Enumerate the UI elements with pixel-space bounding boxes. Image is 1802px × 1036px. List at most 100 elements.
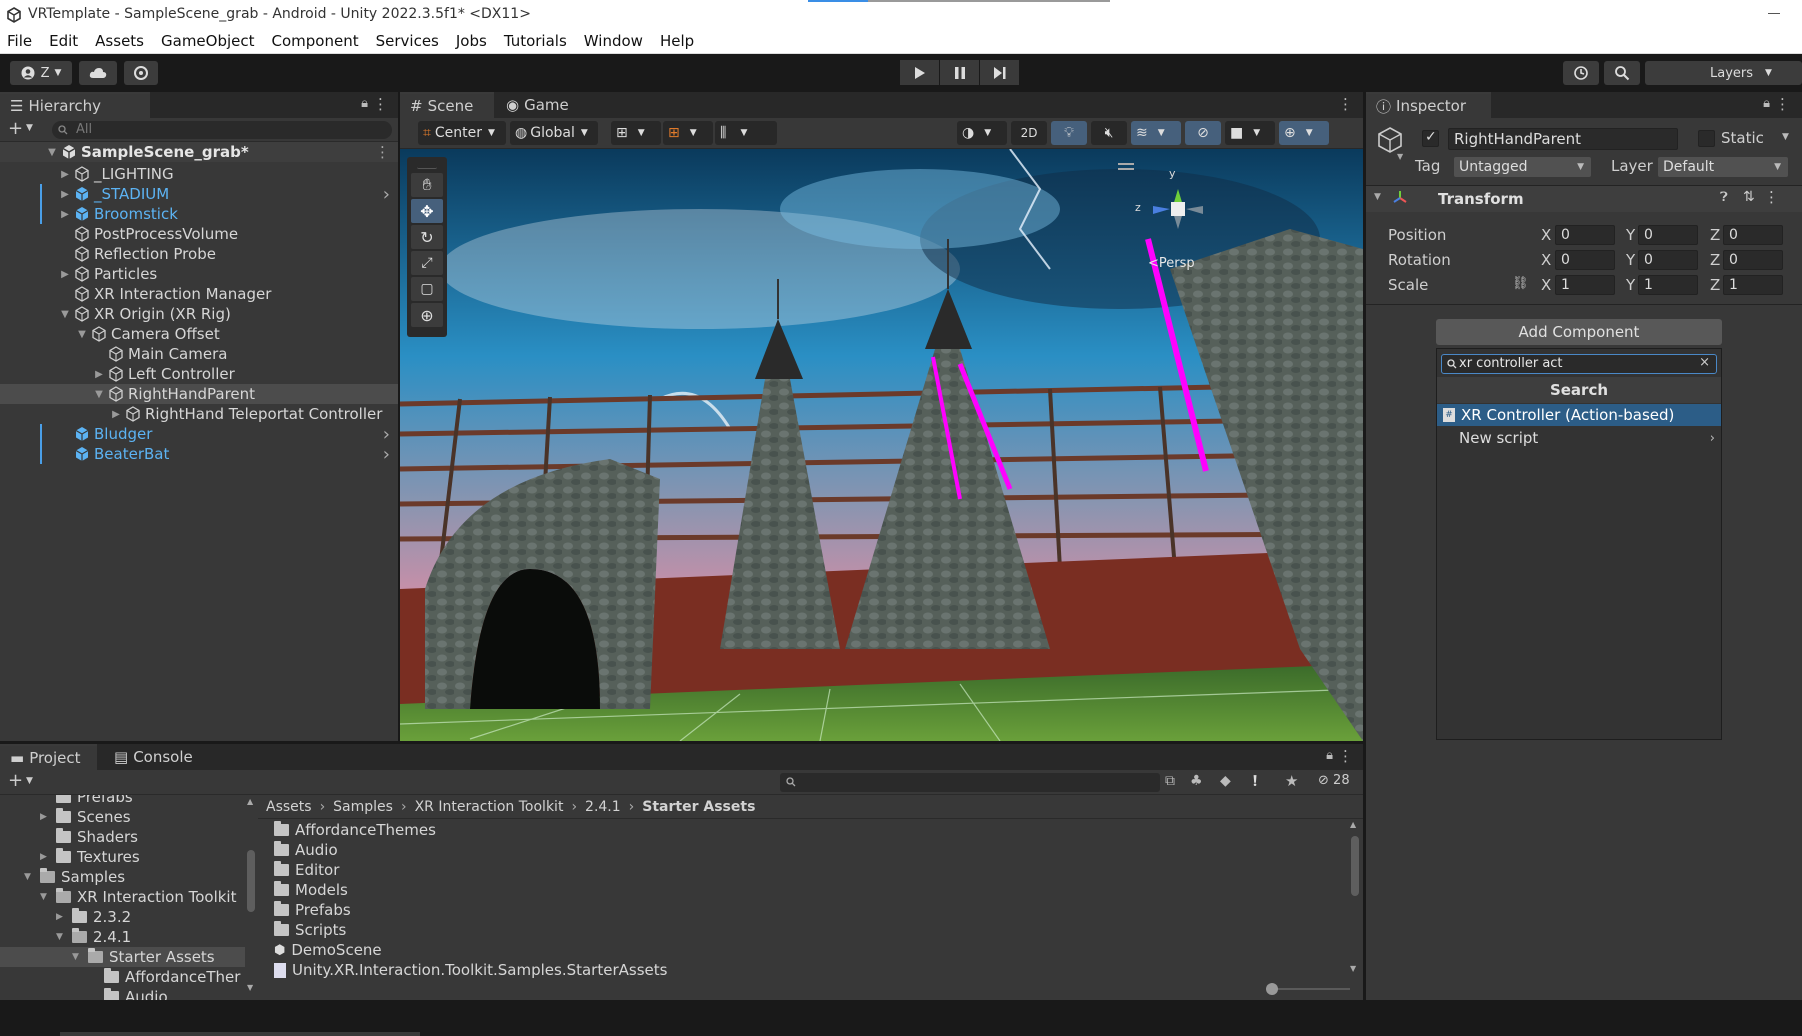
space-global-dropdown[interactable]: ◍ Global ▼ (510, 121, 598, 145)
step-button[interactable] (980, 60, 1019, 85)
move-tool-button[interactable]: ✥ (411, 199, 443, 223)
component-result-new-script[interactable]: New script › (1437, 427, 1721, 449)
scroll-down-icon[interactable]: ▼ (1350, 964, 1356, 973)
project-tree-item[interactable]: ▼ Starter Assets (0, 947, 245, 967)
camera-dropdown[interactable]: ■ ▼ (1225, 121, 1275, 145)
filter-by-type-icon[interactable]: ♣ (1190, 773, 1203, 789)
expand-arrow-icon[interactable]: ▶ (60, 189, 70, 200)
menu-help[interactable]: Help (660, 32, 694, 50)
collapse-arrow-icon[interactable]: ▼ (40, 892, 52, 902)
layers-dropdown[interactable]: Layers ▼ (1645, 61, 1802, 85)
pivot-center-dropdown[interactable]: ⌗ Center ▼ (418, 121, 506, 145)
audio-toggle-button[interactable]: 🔇︎ (1091, 121, 1127, 145)
add-icon[interactable]: + (8, 118, 23, 139)
rect-tool-button[interactable]: ▢ (411, 277, 443, 301)
transform-tool-button[interactable]: ⊕ (411, 303, 443, 327)
collapse-arrow-icon[interactable]: ▼ (72, 952, 84, 962)
expand-arrow-icon[interactable]: ▼ (47, 147, 57, 158)
collapse-arrow-icon[interactable]: ▼ (56, 932, 68, 942)
constrain-proportions-link-icon[interactable]: ⛓︎ (1512, 276, 1529, 291)
tab-console[interactable]: ▤ Console (104, 744, 204, 770)
rotation-x-field[interactable]: 0 (1555, 250, 1615, 270)
collapse-arrow-icon[interactable]: ▼ (77, 329, 87, 340)
filter-by-label-icon[interactable]: ◆ (1220, 773, 1231, 789)
menu-assets[interactable]: Assets (95, 32, 144, 50)
tab-hierarchy[interactable]: ☰ Hierarchy (0, 92, 150, 118)
hierarchy-item[interactable]: ▶ Left Controller (0, 364, 398, 384)
project-tree-item[interactable]: ▶ Scenes (0, 807, 245, 827)
rotation-z-field[interactable]: 0 (1723, 250, 1783, 270)
tree-scrollbar-thumb[interactable] (247, 850, 255, 912)
chevron-down-icon[interactable]: ▼ (1397, 152, 1403, 161)
project-file-item[interactable]: Models (274, 880, 348, 900)
chevron-down-icon[interactable]: ▼ (1782, 132, 1789, 142)
menu-services[interactable]: Services (376, 32, 439, 50)
open-prefab-chevron-icon[interactable]: › (383, 184, 390, 205)
collapse-arrow-icon[interactable]: ▼ (94, 389, 104, 400)
position-z-field[interactable]: 0 (1723, 225, 1783, 245)
kebab-menu-icon[interactable]: ⋮ (1775, 95, 1790, 113)
lighting-toggle-button[interactable]: 💡︎ (1051, 121, 1087, 145)
scale-z-field[interactable]: 1 (1723, 275, 1783, 295)
scene-viewport[interactable]: y z <Persp ✋︎ ✥ ↻ ⤢ ▢ ⊕ (400, 149, 1363, 741)
preset-sliders-icon[interactable]: ⇅ (1743, 189, 1755, 205)
expand-arrow-icon[interactable]: ▶ (60, 209, 70, 220)
expand-arrow-icon[interactable]: ▶ (111, 409, 121, 420)
minimize-button[interactable] (1764, 4, 1784, 22)
hierarchy-item[interactable]: PostProcessVolume (0, 224, 398, 244)
expand-arrow-icon[interactable]: ▶ (94, 369, 104, 380)
search-button[interactable] (1604, 61, 1640, 85)
menu-component[interactable]: Component (272, 32, 359, 50)
position-y-field[interactable]: 0 (1638, 225, 1698, 245)
tab-project[interactable]: ▬ Project (0, 744, 97, 770)
undo-history-button[interactable] (1563, 61, 1599, 85)
scene-root-row[interactable]: ▼ SampleScene_grab* ⋮ (0, 142, 398, 162)
chevron-down-icon[interactable]: ▼ (26, 776, 33, 786)
tree-scrollbar[interactable]: ▲ ▼ (247, 797, 255, 995)
hand-tool-button[interactable]: ✋︎ (411, 173, 443, 197)
project-tree-item[interactable]: ▶ Textures (0, 847, 245, 867)
project-tree-item[interactable]: ▼ XR Interaction Toolkit (0, 887, 245, 907)
scroll-up-icon[interactable]: ▲ (247, 797, 253, 806)
collapse-arrow-icon[interactable]: ▼ (60, 309, 70, 320)
project-file-item[interactable]: Editor (274, 860, 339, 880)
scale-y-field[interactable]: 1 (1638, 275, 1698, 295)
breadcrumb-xr-toolkit[interactable]: XR Interaction Toolkit (415, 799, 564, 815)
file-list-scrollbar[interactable]: ▲ ▼ (1350, 820, 1360, 974)
hierarchy-item[interactable]: Main Camera (0, 344, 398, 364)
chevron-down-icon[interactable]: ▼ (26, 123, 33, 133)
tag-dropdown[interactable]: Untagged (1454, 157, 1591, 177)
persp-label[interactable]: <Persp (1148, 256, 1195, 271)
add-icon[interactable]: + (8, 770, 23, 791)
hierarchy-item[interactable]: Reflection Probe (0, 244, 398, 264)
tab-inspector[interactable]: ⓘ Inspector (1366, 92, 1491, 118)
collapse-arrow-icon[interactable]: ▼ (24, 872, 36, 882)
warning-circle-icon[interactable]: ❗︎ (1253, 772, 1257, 790)
icon-size-slider[interactable] (1266, 983, 1350, 995)
project-tree-item[interactable]: Audio (0, 987, 245, 1000)
expand-arrow-icon[interactable]: ▶ (40, 812, 52, 822)
position-x-field[interactable]: 0 (1555, 225, 1615, 245)
help-icon[interactable]: ❓︎ (1720, 190, 1728, 205)
project-file-item[interactable]: Audio (274, 840, 338, 860)
component-search-input[interactable]: xr controller act × (1441, 354, 1717, 374)
hierarchy-item[interactable]: ▼ RightHandParent (0, 384, 398, 404)
expand-arrow-icon[interactable]: ▶ (56, 912, 68, 922)
breadcrumb-assets[interactable]: Assets (266, 799, 312, 815)
kebab-menu-icon[interactable]: ⋮ (373, 95, 388, 113)
menu-window[interactable]: Window (584, 32, 643, 50)
toggle-2d-button[interactable]: 2D (1011, 121, 1047, 145)
breadcrumb-version[interactable]: 2.4.1 (585, 799, 621, 815)
kebab-menu-icon[interactable]: ⋮ (1338, 95, 1353, 113)
add-component-button[interactable]: Add Component (1436, 319, 1722, 345)
file-list-scrollbar-thumb[interactable] (1351, 836, 1359, 896)
icon-size-slider-thumb[interactable] (1266, 983, 1278, 995)
grid-snap-dropdown[interactable]: ⊞ ▼ (611, 121, 661, 145)
object-name-field[interactable]: RightHandParent (1448, 128, 1678, 150)
hierarchy-item[interactable]: ▼ XR Origin (XR Rig) (0, 304, 398, 324)
kebab-menu-icon[interactable]: ⋮ (1764, 188, 1779, 206)
account-dropdown[interactable]: Z ▼ (10, 61, 72, 85)
project-tree-item[interactable]: ▶ 2.3.2 (0, 907, 245, 927)
hierarchy-item[interactable]: ▼ Camera Offset (0, 324, 398, 344)
open-prefab-chevron-icon[interactable]: › (383, 444, 390, 465)
